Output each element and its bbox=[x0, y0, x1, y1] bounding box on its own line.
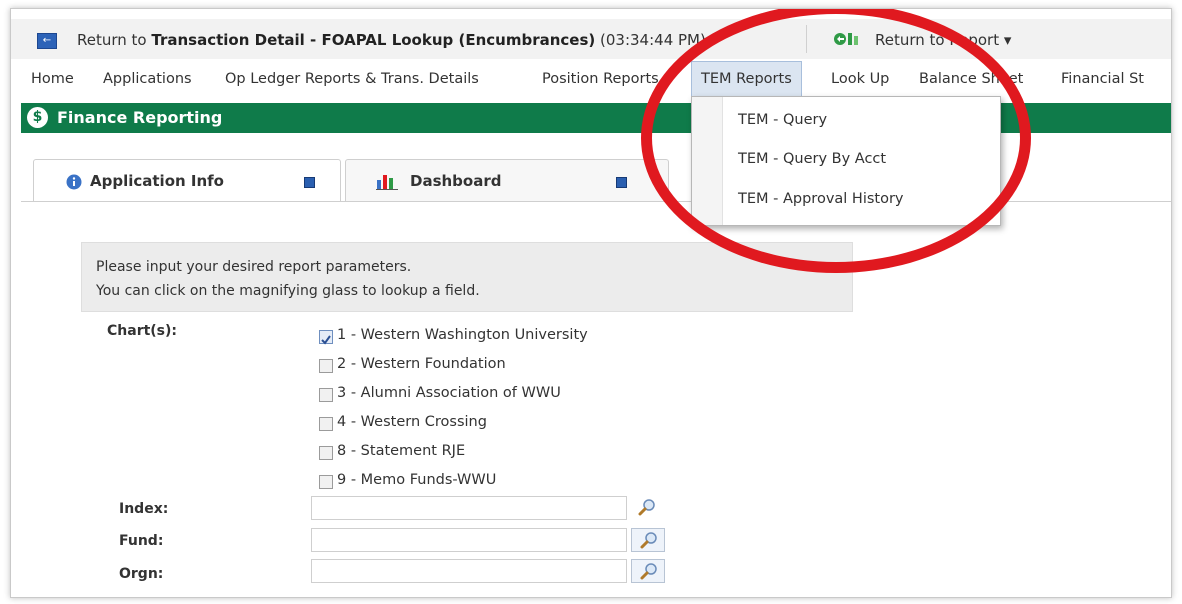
chart-option-label: 8 - Statement RJE bbox=[337, 443, 466, 459]
back-arrow-icon[interactable]: ← bbox=[37, 33, 57, 49]
magnifier-icon[interactable] bbox=[637, 497, 657, 517]
return-timestamp: (03:34:44 PM) bbox=[595, 31, 706, 49]
menu-balance-sheet[interactable]: Balance Sheet bbox=[919, 59, 1023, 99]
menu-tem-query[interactable]: TEM - Query bbox=[738, 112, 827, 128]
chart-option-label: 3 - Alumni Association of WWU bbox=[337, 385, 561, 401]
info-icon bbox=[66, 174, 82, 190]
menu-tem-reports[interactable]: TEM Reports bbox=[691, 61, 802, 97]
fund-field[interactable] bbox=[311, 528, 627, 552]
banner-title: Finance Reporting bbox=[57, 108, 223, 127]
dropdown-gutter bbox=[692, 97, 723, 225]
return-to-transaction-link[interactable]: Return to Transaction Detail - FOAPAL Lo… bbox=[77, 31, 706, 49]
save-icon[interactable] bbox=[304, 177, 315, 188]
return-target-title: Transaction Detail - FOAPAL Lookup (Encu… bbox=[151, 31, 596, 49]
tem-reports-dropdown: TEM - Query TEM - Query By Acct TEM - Ap… bbox=[691, 96, 1001, 226]
save-icon[interactable] bbox=[616, 177, 627, 188]
magnifier-icon bbox=[640, 563, 657, 580]
dollar-icon: $ bbox=[27, 107, 48, 128]
instructions-panel: Please input your desired report paramet… bbox=[81, 242, 853, 312]
instructions-line-1: Please input your desired report paramet… bbox=[96, 259, 412, 275]
chart-9-checkbox[interactable] bbox=[319, 475, 333, 489]
menu-tem-query-by-acct[interactable]: TEM - Query By Acct bbox=[738, 151, 886, 167]
chart-option-label: 2 - Western Foundation bbox=[337, 356, 506, 372]
check-icon bbox=[321, 335, 331, 345]
chart-4-checkbox[interactable] bbox=[319, 417, 333, 431]
menu-look-up[interactable]: Look Up bbox=[831, 59, 889, 99]
menu-position-reports[interactable]: Position Reports bbox=[542, 59, 659, 99]
tab-dashboard-label: Dashboard bbox=[410, 172, 502, 190]
charts-label: Chart(s): bbox=[107, 323, 178, 339]
magnifier-icon bbox=[640, 532, 657, 549]
chart-1-checkbox[interactable] bbox=[319, 330, 333, 345]
menu-financial-statements[interactable]: Financial St bbox=[1061, 59, 1144, 99]
main-menu: Home Applications Op Ledger Reports & Tr… bbox=[11, 59, 1171, 99]
bar-chart-icon bbox=[376, 175, 398, 190]
tab-application-info-label: Application Info bbox=[90, 172, 224, 190]
return-to-report-button[interactable]: Return to Report ▾ bbox=[875, 31, 1011, 49]
chart-option-label: 9 - Memo Funds-WWU bbox=[337, 472, 497, 488]
divider bbox=[806, 25, 807, 53]
chart-option-label: 4 - Western Crossing bbox=[337, 414, 487, 430]
return-prefix: Return to bbox=[77, 31, 152, 49]
fund-lookup-button[interactable] bbox=[631, 528, 665, 552]
report-return-icon[interactable] bbox=[833, 31, 861, 47]
menu-op-ledger-reports[interactable]: Op Ledger Reports & Trans. Details bbox=[225, 59, 479, 99]
tab-dashboard[interactable]: Dashboard bbox=[345, 159, 669, 202]
chart-8-checkbox[interactable] bbox=[319, 446, 333, 460]
instructions-line-2: You can click on the magnifying glass to… bbox=[96, 283, 480, 299]
index-label: Index: bbox=[119, 501, 169, 517]
tab-application-info[interactable]: Application Info bbox=[33, 159, 341, 202]
index-field[interactable] bbox=[311, 496, 627, 520]
menu-tem-approval-history[interactable]: TEM - Approval History bbox=[738, 191, 904, 207]
chart-2-checkbox[interactable] bbox=[319, 359, 333, 373]
orgn-field[interactable] bbox=[311, 559, 627, 583]
orgn-lookup-button[interactable] bbox=[631, 559, 665, 583]
chart-3-checkbox[interactable] bbox=[319, 388, 333, 402]
menu-applications[interactable]: Applications bbox=[103, 59, 192, 99]
orgn-label: Orgn: bbox=[119, 566, 164, 582]
app-window: ← Return to Transaction Detail - FOAPAL … bbox=[10, 8, 1172, 598]
fund-label: Fund: bbox=[119, 533, 164, 549]
chart-option-label: 1 - Western Washington University bbox=[337, 327, 588, 343]
return-bar: ← Return to Transaction Detail - FOAPAL … bbox=[11, 19, 1171, 60]
menu-home[interactable]: Home bbox=[31, 59, 74, 99]
